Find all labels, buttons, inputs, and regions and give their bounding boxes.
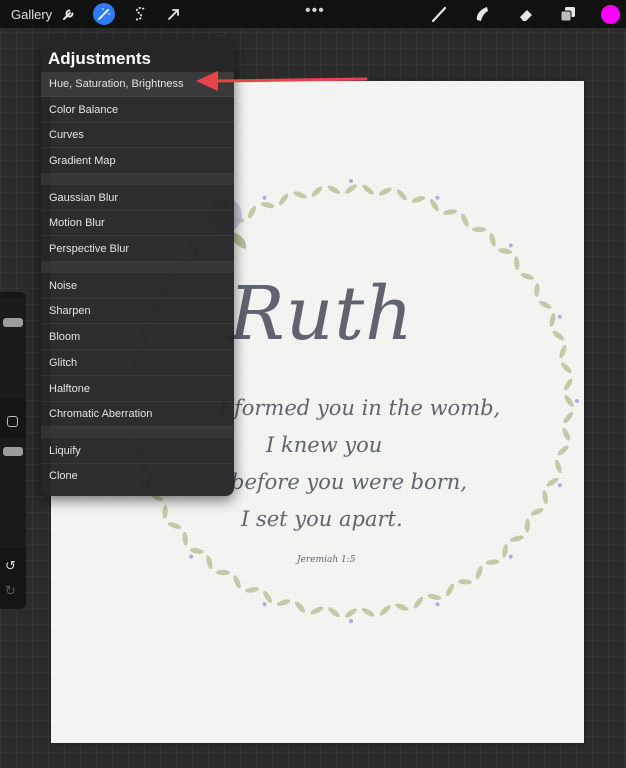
annotation-arrow-icon: [196, 71, 368, 91]
